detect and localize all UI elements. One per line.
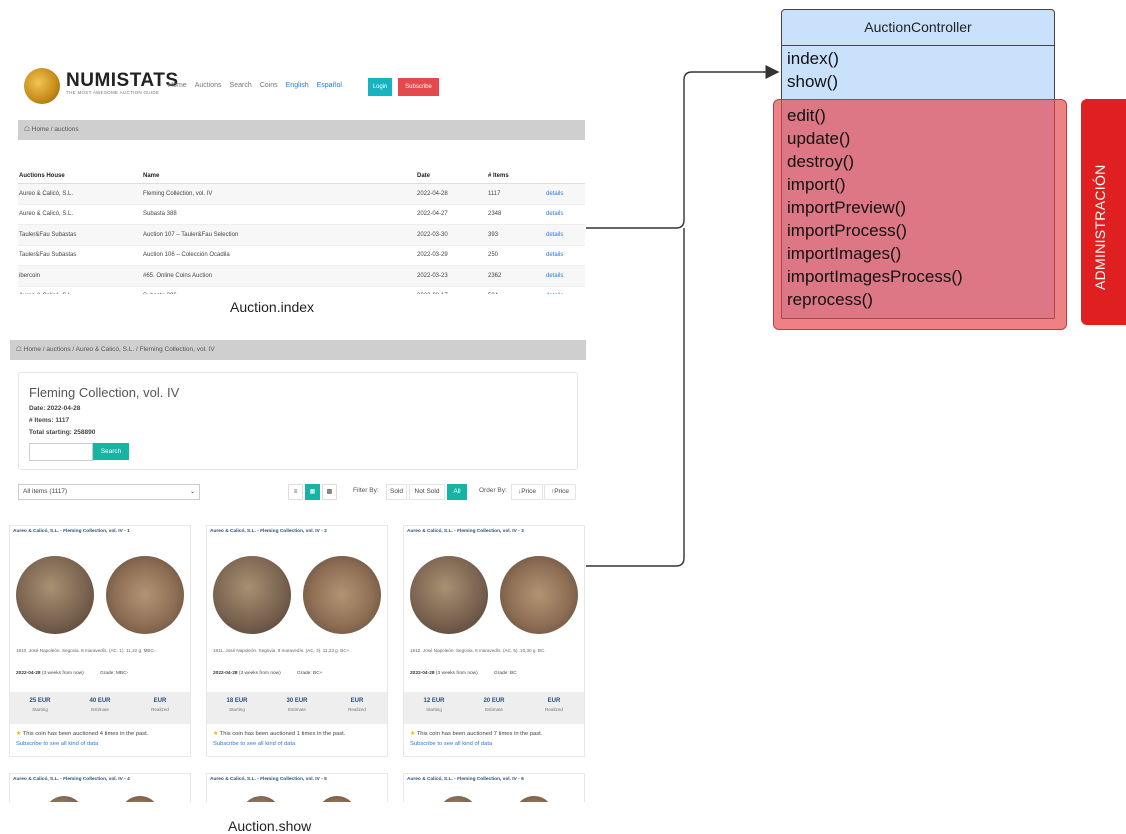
method-show: show() <box>787 72 839 91</box>
method-index: index() <box>787 49 839 68</box>
class-name: AuctionController <box>781 9 1055 46</box>
arrow-index-to-controller <box>586 65 780 229</box>
method-reprocess: reprocess() <box>787 290 873 309</box>
method-edit: edit() <box>787 106 826 125</box>
method-update: update() <box>787 129 851 148</box>
method-import-images-process: importImagesProcess() <box>787 267 963 286</box>
method-import-process: importProcess() <box>787 221 907 240</box>
method-destroy: destroy() <box>787 152 855 171</box>
arrow-show-to-controller <box>586 228 685 567</box>
method-import: import() <box>787 175 846 194</box>
method-import-preview: importPreview() <box>787 198 907 217</box>
admin-methods-highlight: edit() update() destroy() import() impor… <box>773 99 1067 330</box>
method-import-images: importImages() <box>787 244 902 263</box>
admin-label: ADMINISTRACIÓN <box>1092 164 1108 290</box>
